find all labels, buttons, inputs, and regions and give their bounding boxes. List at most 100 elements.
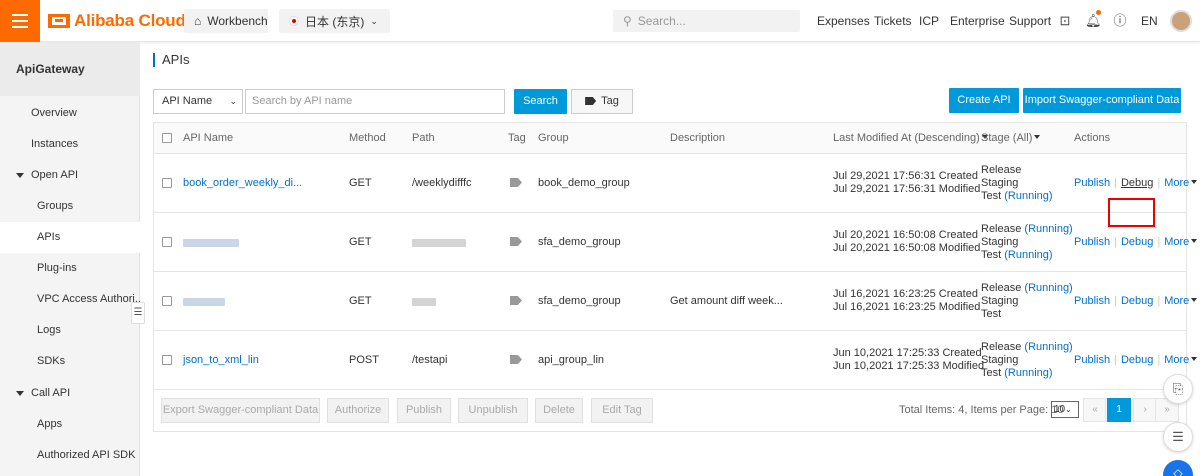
edit-tag-button[interactable]: Edit Tag <box>591 398 653 423</box>
redacted-api-name[interactable] <box>183 298 225 306</box>
debug-link[interactable]: Debug <box>1121 354 1153 366</box>
api-table: API Name Method Path Tag Group Descripti… <box>153 122 1198 432</box>
header-stage-filter[interactable]: Stage (All) <box>981 132 1041 144</box>
create-api-button[interactable]: Create API <box>949 88 1019 113</box>
header-last-modified-sort[interactable]: Last Modified At (Descending) <box>833 132 988 144</box>
api-path: /weeklydifffc <box>412 177 472 189</box>
header-actions: Actions <box>1074 132 1111 144</box>
delete-button[interactable]: Delete <box>535 398 583 423</box>
table-row: GET sfa_demo_group Jul 20,2021 16:50:08 … <box>154 213 1198 272</box>
api-description: Get amount diff week... <box>670 295 783 307</box>
header-path: Path <box>412 132 435 144</box>
sidebar-group-label: Open API <box>31 169 79 181</box>
publish-link[interactable]: Publish <box>1074 236 1110 248</box>
brand-logo[interactable]: Alibaba Cloud <box>48 11 186 31</box>
header-description: Description <box>670 132 726 144</box>
sidebar-item-plugins[interactable]: Plug-ins <box>0 253 140 284</box>
tag-icon[interactable] <box>510 237 522 246</box>
next-page-button[interactable]: › <box>1133 398 1157 422</box>
language-switch[interactable]: EN <box>1141 14 1158 28</box>
first-page-button[interactable]: « <box>1083 398 1107 422</box>
sidebar: ApiGateway Overview Instances Open API G… <box>0 42 140 476</box>
page-size-select[interactable]: 10⌄ <box>1051 401 1079 418</box>
sidebar-item-apps[interactable]: Apps <box>0 409 140 440</box>
api-group: api_group_lin <box>538 354 605 366</box>
tag-icon[interactable] <box>510 178 522 187</box>
workbench-button[interactable]: ⌂ Workbench <box>184 9 268 33</box>
sidebar-item-apis[interactable]: APIs <box>0 222 140 253</box>
terminal-icon[interactable]: ⊡ <box>1057 13 1073 29</box>
sidebar-title: ApiGateway <box>0 42 140 96</box>
more-dropdown[interactable]: More <box>1164 354 1189 366</box>
nav-enterprise[interactable]: Enterprise <box>950 14 1005 28</box>
export-swagger-button[interactable]: Export Swagger-compliant Data <box>161 398 320 423</box>
help-icon[interactable]: ⓘ <box>1112 13 1128 29</box>
sidebar-item-sdks[interactable]: SDKs <box>0 346 140 377</box>
chat-icon[interactable]: ☰ <box>1163 422 1193 452</box>
nav-tickets[interactable]: Tickets <box>874 14 912 28</box>
search-button[interactable]: Search <box>514 89 567 114</box>
nav-support[interactable]: Support <box>1009 14 1051 28</box>
api-group: sfa_demo_group <box>538 236 621 248</box>
nav-icp[interactable]: ICP <box>919 14 939 28</box>
import-swagger-button[interactable]: Import Swagger-compliant Data <box>1023 88 1181 113</box>
api-name-link[interactable]: book_order_weekly_di... <box>183 177 302 189</box>
row-checkbox[interactable] <box>162 178 172 188</box>
notification-dot <box>1096 10 1101 15</box>
stage-staging: Staging <box>981 354 1019 366</box>
menu-icon[interactable] <box>0 0 40 42</box>
sidebar-item-vpc-access[interactable]: VPC Access Authori... <box>0 284 140 315</box>
more-dropdown[interactable]: More <box>1164 295 1189 307</box>
stage-test: Test (Running) <box>981 190 1053 202</box>
sidebar-item-overview[interactable]: Overview <box>0 98 140 129</box>
tag-button-label: Tag <box>601 95 619 107</box>
action-separator: | <box>1157 236 1161 248</box>
sidebar-collapse-handle[interactable]: ☰ <box>131 302 145 324</box>
publish-link[interactable]: Publish <box>1074 295 1110 307</box>
feedback-icon[interactable]: ⎘ <box>1163 374 1193 404</box>
api-search-input[interactable]: Search by API name <box>245 89 505 114</box>
sidebar-item-logs[interactable]: Logs <box>0 315 140 346</box>
tag-icon[interactable] <box>510 355 522 364</box>
row-checkbox[interactable] <box>162 355 172 365</box>
sidebar-group-open-api[interactable]: Open API <box>0 160 140 191</box>
filter-field-select[interactable]: API Name ⌄ <box>153 89 243 114</box>
row-actions: Publish | Debug | More <box>1074 295 1198 307</box>
nav-expenses[interactable]: Expenses <box>817 14 870 28</box>
authorize-button[interactable]: Authorize <box>327 398 389 423</box>
debug-link[interactable]: Debug <box>1121 236 1153 248</box>
brand-name: Alibaba Cloud <box>74 11 186 30</box>
row-checkbox[interactable] <box>162 296 172 306</box>
publish-button[interactable]: Publish <box>397 398 451 423</box>
row-checkbox[interactable] <box>162 237 172 247</box>
bell-icon[interactable]: 🔔︎ <box>1085 13 1102 29</box>
more-dropdown[interactable]: More <box>1164 177 1189 189</box>
action-separator: | <box>1114 177 1117 189</box>
publish-link[interactable]: Publish <box>1074 177 1110 189</box>
debug-link[interactable]: Debug <box>1121 295 1153 307</box>
caret-down-icon <box>1191 357 1198 361</box>
publish-link[interactable]: Publish <box>1074 354 1110 366</box>
sidebar-item-authorized-sdk[interactable]: Authorized API SDK <box>0 440 140 471</box>
redacted-api-name[interactable] <box>183 239 239 247</box>
stage-test: Test <box>981 308 1001 320</box>
assistant-icon[interactable]: ◇ <box>1163 460 1193 476</box>
avatar[interactable] <box>1170 10 1192 32</box>
more-dropdown[interactable]: More <box>1164 236 1189 248</box>
api-name-link[interactable]: json_to_xml_lin <box>183 354 259 366</box>
debug-link[interactable]: Debug <box>1121 177 1153 189</box>
sidebar-group-call-api[interactable]: Call API <box>0 378 140 409</box>
sidebar-item-instances[interactable]: Instances <box>0 129 140 160</box>
created-at: Jul 20,2021 16:50:08 Created <box>833 229 978 241</box>
sidebar-item-groups[interactable]: Groups <box>0 191 140 222</box>
stage-staging: Staging <box>981 236 1019 248</box>
header-tag: Tag <box>508 132 526 144</box>
tag-icon[interactable] <box>510 296 522 305</box>
unpublish-button[interactable]: Unpublish <box>458 398 528 423</box>
tag-button[interactable]: Tag <box>571 89 633 114</box>
page-1-button[interactable]: 1 <box>1107 398 1131 422</box>
region-selector[interactable]: 日本 (东京) ⌄ <box>279 9 390 33</box>
global-search-input[interactable]: ⚲ Search... <box>613 10 800 32</box>
header-method: Method <box>349 132 386 144</box>
select-all-checkbox[interactable] <box>162 133 172 143</box>
